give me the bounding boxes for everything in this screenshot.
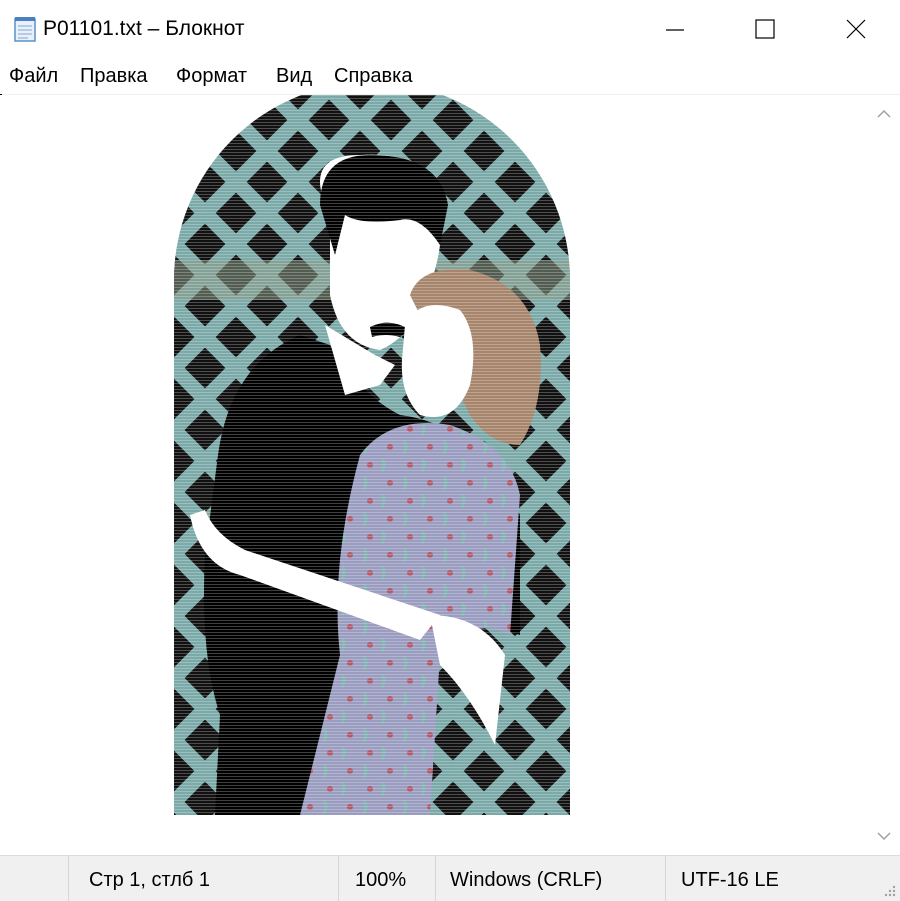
menu-bar: Файл Правка Формат Вид Справка	[0, 60, 900, 95]
menu-edit[interactable]: Правка	[80, 65, 148, 88]
maximize-icon	[755, 19, 775, 39]
close-icon	[846, 19, 866, 39]
menu-file[interactable]: Файл	[9, 65, 58, 88]
status-zoom: 100%	[355, 869, 407, 891]
minimize-button[interactable]	[630, 0, 720, 60]
status-encoding: UTF-16 LE	[681, 869, 779, 891]
menu-format[interactable]: Формат	[176, 65, 247, 88]
menu-help[interactable]: Справка	[334, 65, 412, 88]
status-position: Стр 1, стлб 1	[89, 869, 211, 891]
vertical-scrollbar[interactable]	[868, 95, 900, 855]
ascii-art-picture	[174, 95, 570, 815]
status-encoding-cell: UTF-16 LE	[665, 856, 900, 901]
resize-grip-icon[interactable]	[882, 883, 896, 897]
text-editor[interactable]	[0, 95, 868, 855]
title-bar[interactable]: P01101.txt – Блокнот	[0, 0, 900, 60]
notepad-icon	[14, 17, 36, 42]
scroll-up-icon[interactable]	[874, 107, 894, 121]
window-title: P01101.txt – Блокнот	[43, 17, 245, 40]
close-button[interactable]	[810, 0, 900, 60]
status-line-endings: Windows (CRLF)	[450, 869, 603, 891]
status-bar: Стр 1, стлб 1 100% Windows (CRLF) UTF-16…	[0, 855, 900, 901]
status-position-cell: Стр 1, стлб 1	[68, 856, 339, 901]
maximize-button[interactable]	[720, 0, 810, 60]
status-line-endings-cell: Windows (CRLF)	[435, 856, 666, 901]
scroll-down-icon[interactable]	[874, 829, 894, 843]
minimize-icon	[666, 29, 684, 31]
menu-view[interactable]: Вид	[276, 65, 312, 88]
status-zoom-cell: 100%	[338, 856, 436, 901]
